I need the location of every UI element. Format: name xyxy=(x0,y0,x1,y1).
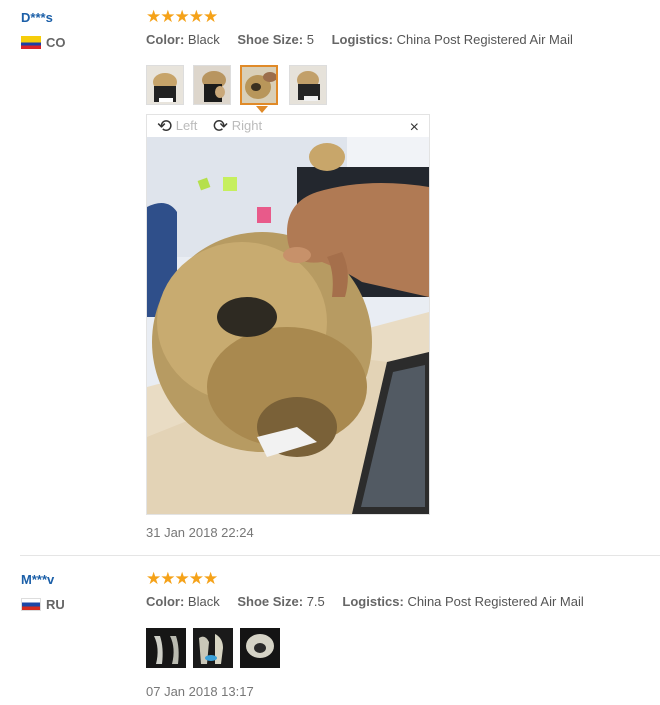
rotate-right-icon: ⟳ xyxy=(213,116,229,136)
rotate-left-button[interactable]: ⟲ Left xyxy=(157,116,197,137)
logistics-label: Logistics: xyxy=(331,32,393,47)
reviewer-name[interactable]: D***s xyxy=(21,10,53,25)
star-rating: ★★★★★ xyxy=(146,7,218,26)
boot-photo-icon xyxy=(290,66,326,104)
shoe-size-value: 5 xyxy=(306,32,314,47)
logistics-label: Logistics: xyxy=(342,594,404,609)
shoe-size-value: 7.5 xyxy=(306,594,325,609)
color-label: Color: xyxy=(146,32,185,47)
close-icon[interactable]: × xyxy=(410,119,419,137)
fur-photo-icon xyxy=(240,628,280,668)
rotate-left-icon: ⟲ xyxy=(157,116,173,136)
fur-photo-icon xyxy=(242,67,276,103)
star-rating: ★★★★★ xyxy=(146,569,218,588)
order-info: Color: Black Shoe Size: 5 Logistics: Chi… xyxy=(146,32,573,47)
boot-photo-icon xyxy=(194,66,230,104)
selected-thumbnail-pointer xyxy=(256,106,268,113)
russia-flag-icon xyxy=(21,598,41,611)
review-photo-thumbnail[interactable] xyxy=(193,628,233,668)
boot-photo-icon xyxy=(146,628,186,668)
shoe-size-label: Shoe Size: xyxy=(237,594,304,609)
review-photo-thumbnail[interactable] xyxy=(146,65,184,105)
review-photo-thumbnail-selected[interactable] xyxy=(240,65,278,105)
rotate-right-label: Right xyxy=(231,118,263,133)
boot-photo-icon xyxy=(193,628,233,668)
rotate-right-button[interactable]: ⟳ Right xyxy=(213,116,262,137)
logistics-value: China Post Registered Air Mail xyxy=(407,594,584,609)
photo-viewer: ⟲ Left ⟳ Right × xyxy=(146,114,430,515)
rotate-left-label: Left xyxy=(175,118,198,133)
review-divider xyxy=(20,555,660,556)
color-value: Black xyxy=(187,594,220,609)
color-label: Color: xyxy=(146,594,185,609)
reviewer-country: RU xyxy=(46,597,65,612)
review-date: 07 Jan 2018 13:17 xyxy=(146,684,254,699)
review-photo-thumbnail[interactable] xyxy=(146,628,186,668)
colombia-flag-icon xyxy=(21,36,41,49)
review-photo-large xyxy=(147,137,429,514)
order-info: Color: Black Shoe Size: 7.5 Logistics: C… xyxy=(146,594,584,609)
review-photo-thumbnail[interactable] xyxy=(289,65,327,105)
color-value: Black xyxy=(187,32,220,47)
review-photo-thumbnail[interactable] xyxy=(193,65,231,105)
review-date: 31 Jan 2018 22:24 xyxy=(146,525,254,540)
review-photo-thumbnail[interactable] xyxy=(240,628,280,668)
reviewer-name[interactable]: M***v xyxy=(21,572,54,587)
shoe-size-label: Shoe Size: xyxy=(237,32,304,47)
boot-photo-icon xyxy=(147,66,183,104)
reviewer-country: CO xyxy=(46,35,66,50)
logistics-value: China Post Registered Air Mail xyxy=(396,32,573,47)
